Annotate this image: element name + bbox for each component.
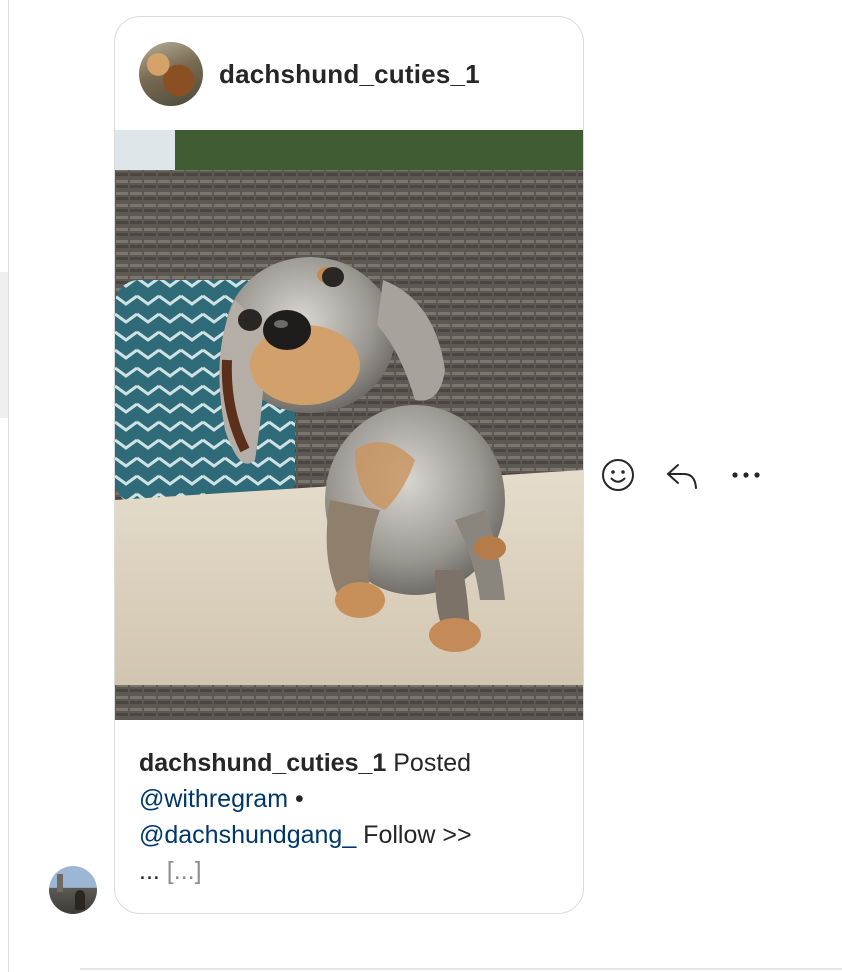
caption-separator: •: [288, 785, 304, 813]
more-options-icon: [732, 472, 760, 478]
caption-mention-withregram[interactable]: @withregram: [139, 785, 288, 813]
message-actions: [598, 455, 766, 495]
post-author-username[interactable]: dachshund_cuties_1: [219, 59, 480, 90]
post-caption: dachshund_cuties_1 Posted @withregram • …: [139, 745, 559, 889]
react-button[interactable]: [598, 455, 638, 495]
post-image[interactable]: [115, 130, 583, 720]
post-header[interactable]: dachshund_cuties_1: [139, 41, 480, 107]
caption-follow-text: Follow >>: [356, 821, 472, 849]
more-options-button[interactable]: [726, 455, 766, 495]
avatar-photo-detail: [57, 874, 63, 892]
caption-username[interactable]: dachshund_cuties_1: [139, 749, 386, 777]
shared-post-card[interactable]: dachshund_cuties_1 dachshund_cuties_1 Po…: [114, 16, 584, 914]
post-author-avatar[interactable]: [139, 42, 203, 106]
smiley-face-icon: [602, 459, 634, 491]
reply-arrow-icon: [667, 464, 697, 489]
left-panel-edge: [0, 272, 8, 418]
caption-more-link[interactable]: [...]: [167, 857, 202, 885]
caption-text: Posted: [386, 749, 472, 777]
reply-button[interactable]: [662, 455, 702, 495]
caption-mention-dachshundgang[interactable]: @dachshundgang_: [139, 821, 356, 849]
avatar-photo-figure: [75, 890, 85, 910]
left-divider: [8, 0, 9, 972]
composer-divider: [80, 968, 842, 970]
caption-ellipsis: ...: [139, 857, 167, 885]
sender-avatar[interactable]: [49, 866, 97, 914]
